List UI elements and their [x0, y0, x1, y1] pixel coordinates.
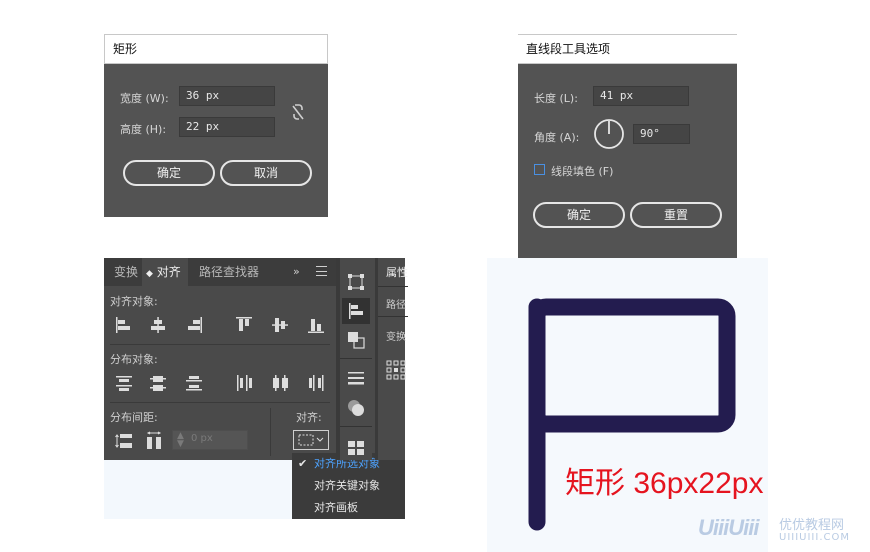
dock-separator [340, 426, 372, 427]
tab-align[interactable]: ◆ 对齐 [142, 258, 188, 286]
fill-line-checkbox[interactable] [534, 164, 545, 175]
canvas-area [104, 460, 292, 519]
properties-path-label: 路径 [386, 300, 406, 311]
distribute-vspace-icon[interactable] [114, 431, 134, 451]
distribute-hcenter-icon[interactable] [270, 373, 290, 393]
fill-line-label: 线段填色 (F) [551, 165, 614, 178]
spinner-icon: ▲ ▼ [177, 431, 184, 449]
align-icon [349, 303, 363, 319]
dialog-title: 直线段工具选项 [518, 34, 737, 64]
divider [378, 286, 408, 287]
align-hcenter-icon[interactable] [148, 315, 168, 335]
height-label: 高度 (H): [120, 123, 167, 136]
distribute-hspace-icon[interactable] [144, 431, 164, 451]
flag-shape [528, 298, 736, 531]
stroke-icon[interactable] [346, 368, 366, 388]
properties-panel: 属性 路径 变换 [375, 258, 408, 460]
rectangle-shape [528, 298, 736, 433]
align-to-label: 对齐: [296, 411, 322, 424]
menu-item-align-artboard[interactable]: 对齐画板 [292, 497, 405, 519]
distribute-objects-label: 分布对象: [110, 353, 158, 366]
height-field[interactable]: 22 px [179, 117, 275, 137]
watermark-text-cn: 优优教程网 [779, 518, 845, 533]
angle-field[interactable]: 90° [633, 124, 690, 144]
tab-pathfinder[interactable]: 路径查找器 [199, 258, 259, 286]
align-right-icon[interactable] [184, 315, 204, 335]
transform-icon[interactable] [346, 272, 366, 292]
appearance-icon[interactable] [346, 398, 366, 418]
distribute-top-icon[interactable] [114, 373, 134, 393]
icon-dock [340, 258, 372, 460]
align-to-dropdown[interactable] [293, 430, 329, 450]
ok-button[interactable]: 确定 [123, 160, 215, 186]
pathfinder-icon[interactable] [346, 330, 366, 350]
constrain-proportions-icon[interactable] [290, 102, 306, 122]
align-left-icon[interactable] [114, 315, 134, 335]
ok-button[interactable]: 确定 [533, 202, 625, 228]
panel-menu-icon[interactable] [316, 266, 327, 276]
distribute-left-icon[interactable] [234, 373, 254, 393]
divider [110, 344, 330, 345]
vertical-divider [270, 408, 271, 456]
watermark-url: UIIIUIII.COM [779, 532, 850, 543]
size-caption: 矩形 36px22px [565, 467, 764, 500]
line-segment-dialog: 直线段工具选项 长度 (L): 41 px 角度 (A): 90° 线段填色 (… [518, 34, 737, 258]
swatches-icon[interactable] [346, 438, 366, 458]
distribute-bottom-icon[interactable] [184, 373, 204, 393]
align-to-menu: ✔ 对齐所选对象 对齐关键对象 对齐画板 [292, 453, 405, 519]
align-bottom-icon[interactable] [306, 315, 326, 335]
illustration-canvas: 矩形 36px22px [487, 258, 768, 552]
distribute-spacing-label: 分布间距: [110, 411, 158, 424]
align-top-icon[interactable] [234, 315, 254, 335]
align-objects-label: 对齐对象: [110, 295, 158, 308]
align-dock-button[interactable] [342, 298, 370, 324]
panel-collapse-icon[interactable]: » [293, 265, 300, 278]
align-to-selection-icon [298, 434, 324, 446]
width-label: 宽度 (W): [120, 92, 169, 105]
tab-updown-icon: ◆ [146, 269, 153, 279]
watermark-logo: UiiiUiii [698, 515, 759, 540]
reset-button[interactable]: 重置 [630, 202, 722, 228]
spacing-value: 0 px [191, 433, 213, 444]
length-field[interactable]: 41 px [593, 86, 689, 106]
angle-label: 角度 (A): [534, 131, 580, 144]
distribute-right-icon[interactable] [306, 373, 326, 393]
angle-dial-icon[interactable] [593, 118, 625, 150]
checkmark-icon: ✔ [298, 457, 308, 470]
length-label: 长度 (L): [534, 92, 578, 105]
dialog-title: 矩形 [104, 34, 328, 64]
cancel-button[interactable]: 取消 [220, 160, 312, 186]
width-field[interactable]: 36 px [179, 86, 275, 106]
rectangle-dialog: 矩形 宽度 (W): 36 px 高度 (H): 22 px 确定 取消 [104, 34, 328, 217]
dock-separator [340, 358, 372, 359]
reference-point-icon[interactable] [386, 360, 406, 380]
properties-title: 属性 [386, 266, 408, 279]
divider [110, 402, 330, 403]
menu-item-align-key-object[interactable]: 对齐关键对象 [292, 475, 405, 497]
divider [378, 316, 408, 317]
spacing-field[interactable]: ▲ ▼ 0 px [172, 430, 248, 450]
align-vcenter-icon[interactable] [270, 315, 290, 335]
properties-transform-label: 变换 [386, 332, 406, 343]
distribute-vcenter-icon[interactable] [148, 373, 168, 393]
tab-transform[interactable]: 变换 [114, 258, 138, 286]
tab-align-label: 对齐 [156, 265, 181, 279]
watermark: UiiiUiii 优优教程网 UIIIUIII.COM [696, 511, 866, 551]
